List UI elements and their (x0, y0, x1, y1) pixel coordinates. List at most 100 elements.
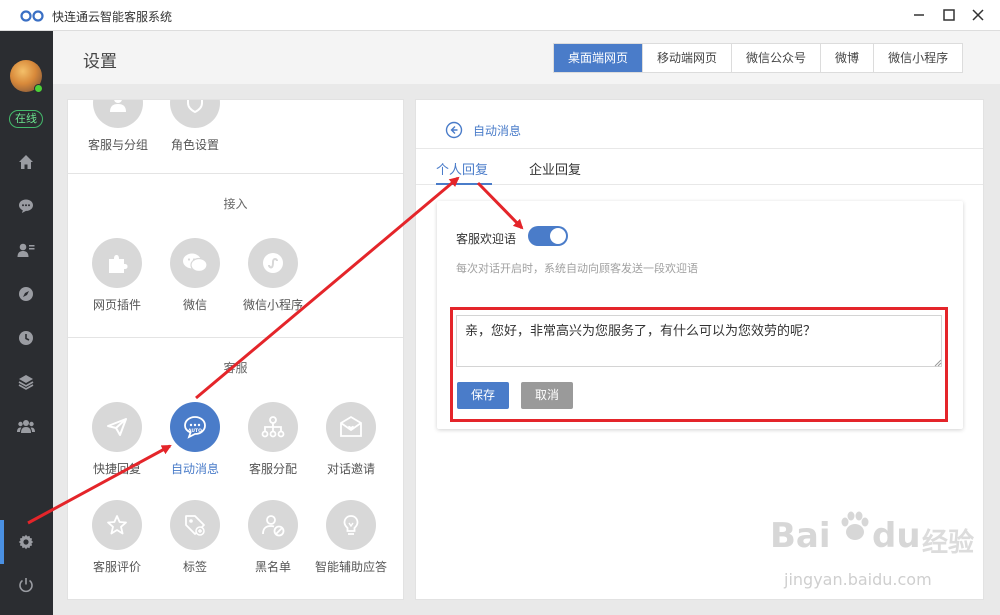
maximize-button[interactable] (937, 4, 961, 26)
back-label: 自动消息 (473, 123, 522, 138)
menu-item-wechat-miniprogram[interactable]: 微信小程序 (234, 238, 312, 313)
clock-icon (19, 331, 33, 345)
user-block-icon (248, 500, 298, 550)
contacts-icon (17, 243, 35, 257)
watermark-url: jingyan.baidu.com (784, 570, 932, 589)
power-icon (19, 578, 33, 593)
reply-type-tabs: 个人回复 企业回复 (416, 148, 983, 185)
menu-item-label: 智能辅助应答 (314, 560, 387, 574)
menu-item-agent-assignment[interactable]: 客服分配 (234, 402, 312, 477)
app-logo-icon (20, 10, 44, 22)
menu-item-label: 标签 (182, 560, 207, 574)
avatar[interactable] (10, 60, 43, 93)
toggle-knob (550, 228, 566, 244)
lightbulb-icon (326, 500, 376, 550)
minimize-icon (914, 14, 924, 16)
hierarchy-icon (248, 402, 298, 452)
header: 设置 桌面端网页 移动端网页 微信公众号 微博 微信小程序 (53, 31, 1000, 84)
settings-icon (18, 534, 34, 550)
menu-item-label: 网页插件 (92, 298, 141, 312)
layers-icon (18, 375, 34, 390)
watermark-cn: 经验 (922, 528, 975, 558)
status-badge[interactable]: 在线 (9, 110, 43, 128)
section-divider (68, 173, 403, 174)
menu-item-wechat[interactable]: 微信 (156, 238, 234, 313)
menu-item-label: 自动消息 (170, 462, 219, 476)
welcome-toggle[interactable] (528, 226, 568, 246)
auto-message-icon: AUTO (170, 402, 220, 452)
tab-wechat-miniprogram[interactable]: 微信小程序 (874, 44, 962, 72)
menu-item-service-rating[interactable]: 客服评价 (78, 500, 156, 575)
menu-item-label: 黑名单 (254, 560, 291, 574)
tab-desktop-web[interactable]: 桌面端网页 (554, 44, 644, 72)
menu-item-blacklist[interactable]: 黑名单 (234, 500, 312, 575)
sidebar-item-home[interactable] (16, 152, 36, 172)
watermark-brand: Bai (770, 516, 831, 556)
menu-item-label: 客服分配 (248, 462, 297, 476)
tab-mobile-web[interactable]: 移动端网页 (643, 44, 733, 72)
compass-icon (19, 287, 33, 301)
mail-heart-icon (326, 402, 376, 452)
paw-icon (841, 511, 869, 540)
tab-enterprise-reply[interactable]: 企业回复 (529, 159, 581, 178)
menu-item-web-plugin[interactable]: 网页插件 (78, 238, 156, 313)
home-icon (19, 155, 33, 169)
tab-wechat-official[interactable]: 微信公众号 (732, 44, 822, 72)
watermark: Bai du 经验 jingyan.baidu.com (762, 508, 992, 608)
menu-item-chat-invitation[interactable]: 对话邀请 (312, 402, 390, 477)
sidebar-item-settings[interactable] (16, 532, 36, 552)
active-tab-indicator (436, 183, 492, 185)
tab-weibo[interactable]: 微博 (821, 44, 875, 72)
welcome-message-card: 客服欢迎语 每次对话开启时，系统自动向顾客发送一段欢迎语 亲，您好，非常高兴为您… (437, 201, 963, 429)
sidebar-item-contacts[interactable] (16, 240, 36, 260)
close-button[interactable] (966, 4, 990, 26)
sidebar-item-history[interactable] (16, 328, 36, 348)
back-arrow-icon (445, 121, 463, 139)
minimize-button[interactable] (907, 4, 931, 26)
back-button[interactable]: 自动消息 (445, 121, 521, 139)
wechat-icon (170, 238, 220, 288)
welcome-label: 客服欢迎语 (456, 232, 517, 246)
section-title-access: 接入 (223, 197, 248, 211)
menu-item-agents-groups[interactable]: 客服与分组 (79, 100, 157, 153)
settings-menu-panel: 客服与分组 角色设置 接入 网页插件 微信 微信小程序 客服 快捷回复 AUTO… (67, 99, 404, 600)
role-settings-icon (170, 100, 220, 128)
menu-item-tags[interactable]: 标签 (156, 500, 234, 575)
menu-item-label: 微信 (182, 298, 207, 312)
svg-text:AUTO: AUTO (188, 428, 202, 434)
menu-item-role-settings[interactable]: 角色设置 (156, 100, 234, 153)
title-bar: 快连通云智能客服系统 (0, 0, 1000, 31)
section-title-service: 客服 (223, 361, 248, 375)
sidebar-active-indicator (0, 520, 4, 564)
menu-item-label: 对话邀请 (326, 462, 375, 476)
sidebar-item-chat[interactable] (16, 196, 36, 216)
tag-icon (170, 500, 220, 550)
sidebar-item-team[interactable] (16, 416, 36, 436)
welcome-hint: 每次对话开启时，系统自动向顾客发送一段欢迎语 (456, 262, 698, 275)
star-icon (92, 500, 142, 550)
menu-item-label: 客服评价 (92, 560, 141, 574)
menu-item-label: 客服与分组 (87, 138, 148, 152)
menu-item-label: 快捷回复 (92, 462, 141, 476)
sidebar-item-power[interactable] (16, 575, 36, 595)
sidebar-item-layers[interactable] (16, 372, 36, 392)
window-title: 快连通云智能客服系统 (52, 10, 173, 24)
miniprogram-icon (248, 238, 298, 288)
puzzle-icon (92, 238, 142, 288)
tab-personal-reply[interactable]: 个人回复 (436, 159, 488, 178)
menu-item-auto-message[interactable]: AUTO 自动消息 (156, 402, 234, 477)
menu-item-smart-assistant[interactable]: 智能辅助应答 (312, 500, 390, 575)
page-title: 设置 (83, 52, 117, 72)
agents-groups-icon (93, 100, 143, 128)
sidebar: 在线 (0, 31, 53, 615)
chat-icon (19, 199, 33, 213)
annotation-highlight-box (450, 307, 948, 422)
menu-item-label: 角色设置 (170, 138, 219, 152)
sidebar-item-compass[interactable] (16, 284, 36, 304)
maximize-icon (943, 9, 955, 21)
paper-plane-icon (92, 402, 142, 452)
watermark-brand-suffix: du (872, 516, 921, 556)
menu-item-quick-reply[interactable]: 快捷回复 (78, 402, 156, 477)
section-divider (68, 337, 403, 338)
menu-item-label: 微信小程序 (242, 298, 303, 312)
